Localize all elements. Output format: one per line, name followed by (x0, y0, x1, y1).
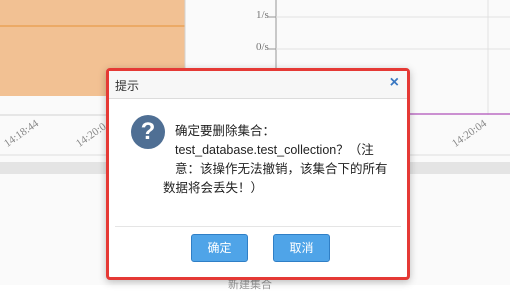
cancel-button[interactable]: 取消 (273, 234, 330, 262)
confirm-button[interactable]: 确定 (191, 234, 248, 262)
question-icon: ? (131, 115, 165, 149)
dialog-message: 确定要删除集合： test_database.test_collection？（… (163, 122, 397, 198)
close-icon[interactable]: × (390, 74, 399, 92)
message-line-1: 确定要删除集合： (175, 124, 276, 138)
message-line-3: 意：该操作无法撤销，该集合下的所有 (175, 162, 388, 176)
dialog-header: 提示 × (109, 71, 407, 99)
confirm-dialog: 提示 × ? 确定要删除集合： test_database.test_colle… (106, 68, 410, 280)
message-line-4: 数据将会丢失！） (163, 181, 264, 195)
message-line-2: test_database.test_collection？（注 (175, 143, 374, 157)
dialog-title: 提示 (115, 79, 140, 93)
dialog-footer: 确定 取消 (115, 226, 401, 271)
dialog-body: ? 确定要删除集合： test_database.test_collection… (115, 101, 401, 229)
